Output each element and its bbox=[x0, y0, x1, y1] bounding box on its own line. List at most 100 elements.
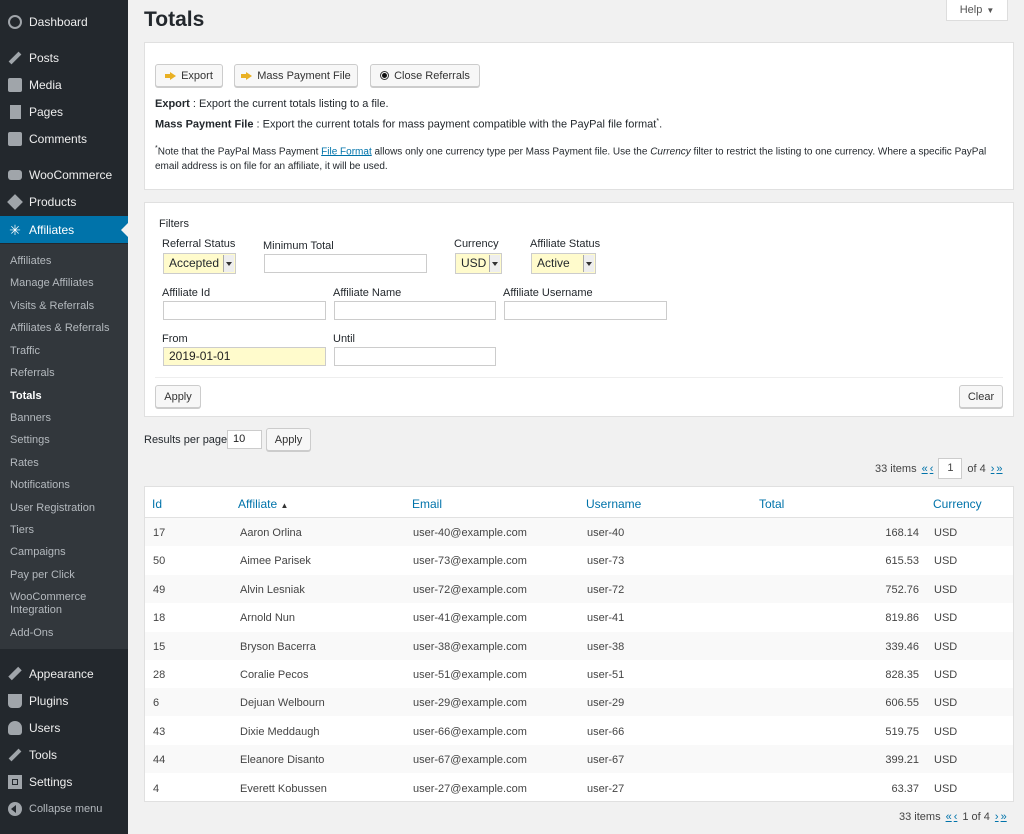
cell-affiliate: Aaron Orlina bbox=[240, 527, 302, 539]
next-page-link[interactable]: › bbox=[991, 463, 995, 475]
submenu-item-woocommerce-integration[interactable]: WooCommerce Integration bbox=[10, 591, 110, 617]
cell-username: user-66 bbox=[587, 725, 625, 738]
menu-item-appearance[interactable]: Appearance bbox=[0, 660, 128, 687]
column-header-username[interactable]: Username bbox=[586, 497, 641, 511]
export-desc-text: : Export the current totals listing to a… bbox=[189, 98, 389, 110]
minimum-total-input[interactable] bbox=[264, 254, 427, 273]
cell-email: user-67@example.com bbox=[413, 754, 527, 767]
mass-payment-file-button[interactable]: Mass Payment File bbox=[234, 64, 358, 87]
table-row[interactable]: 6 Dejuan Welbourn user-29@example.com user-… bbox=[145, 688, 1013, 717]
cell-currency: USD bbox=[934, 640, 958, 653]
menu-item-media[interactable]: Media bbox=[0, 71, 128, 98]
column-header-affiliate[interactable]: Affiliate ▲ bbox=[238, 497, 288, 511]
submenu-item-settings[interactable]: Settings bbox=[10, 434, 50, 447]
cell-email: user-66@example.com bbox=[413, 725, 527, 738]
menu-item-woocommerce[interactable]: WooCommerce bbox=[0, 161, 128, 188]
cell-username: user-67 bbox=[587, 754, 625, 767]
cell-affiliate: Dixie Meddaugh bbox=[240, 725, 320, 738]
clear-filters-button[interactable]: Clear bbox=[959, 385, 1003, 408]
first-page-link[interactable]: « bbox=[922, 463, 928, 475]
table-row[interactable]: 17 Aaron Orlina user-40@example.com user-40… bbox=[145, 518, 1013, 546]
menu-item-products[interactable]: Products bbox=[0, 188, 128, 215]
cell-email: user-38@example.com bbox=[413, 640, 527, 653]
cell-currency: USD bbox=[934, 725, 958, 738]
submenu-item-affiliates[interactable]: Affiliates bbox=[10, 255, 51, 268]
submenu-item-traffic[interactable]: Traffic bbox=[10, 345, 40, 358]
results-per-page-input[interactable]: 10 bbox=[227, 430, 262, 449]
submenu-item-affiliates-referrals[interactable]: Affiliates & Referrals bbox=[10, 322, 109, 335]
submenu-item-banners[interactable]: Banners bbox=[10, 412, 51, 425]
column-header-email[interactable]: Email bbox=[412, 497, 442, 511]
table-row[interactable]: 49 Alvin Lesniak user-72@example.com user-7… bbox=[145, 574, 1013, 603]
submenu-item-pay-per-click[interactable]: Pay per Click bbox=[10, 569, 75, 582]
submenu-item-referrals[interactable]: Referrals bbox=[10, 367, 55, 380]
table-row[interactable]: 44 Eleanore Disanto user-67@example.com use… bbox=[145, 745, 1013, 774]
last-page-link[interactable]: » bbox=[996, 463, 1002, 475]
column-header-id[interactable]: Id bbox=[152, 497, 162, 511]
select-value: Active bbox=[537, 256, 570, 270]
table-row[interactable]: 28 Coralie Pecos user-51@example.com user-5… bbox=[145, 660, 1013, 688]
menu-item-posts[interactable]: Posts bbox=[0, 44, 128, 71]
affiliate-status-select[interactable]: Active bbox=[531, 253, 596, 274]
prev-page-link[interactable]: ‹ bbox=[930, 463, 934, 475]
cell-affiliate: Bryson Bacerra bbox=[240, 640, 316, 653]
submenu-item-campaigns[interactable]: Campaigns bbox=[10, 546, 66, 559]
currency-select[interactable]: USD bbox=[455, 253, 502, 274]
prev-page-link[interactable]: ‹ bbox=[954, 811, 958, 823]
submenu-item-tiers[interactable]: Tiers bbox=[10, 524, 34, 537]
button-label: Apply bbox=[164, 390, 192, 403]
submenu-item-manage-affiliates[interactable]: Manage Affiliates bbox=[10, 277, 94, 290]
cell-total: 752.76 bbox=[885, 583, 919, 596]
help-button[interactable]: Help ▼ bbox=[946, 0, 1008, 21]
until-label: Until bbox=[333, 333, 356, 345]
cell-currency: USD bbox=[934, 669, 958, 681]
next-page-link[interactable]: › bbox=[995, 811, 999, 823]
apply-filters-button[interactable]: Apply bbox=[155, 385, 201, 408]
submenu-item-user-registration[interactable]: User Registration bbox=[10, 502, 95, 515]
current-page-input[interactable]: 1 bbox=[938, 458, 963, 479]
button-label: Clear bbox=[967, 390, 995, 403]
submenu-item-visits-referrals[interactable]: Visits & Referrals bbox=[10, 300, 94, 313]
file-format-link[interactable]: File Format bbox=[321, 146, 372, 157]
menu-item-plugins[interactable]: Plugins bbox=[0, 687, 128, 714]
cell-currency: USD bbox=[934, 782, 958, 795]
submenu-item-add-ons[interactable]: Add-Ons bbox=[10, 627, 53, 640]
table-row[interactable]: 15 Bryson Bacerra user-38@example.com user-… bbox=[145, 631, 1013, 660]
table-row[interactable]: 50 Aimee Parisek user-73@example.com user-7… bbox=[145, 546, 1013, 574]
column-header-total[interactable]: Total bbox=[759, 497, 784, 511]
menu-item-dashboard[interactable]: Dashboard bbox=[0, 8, 128, 35]
affiliate-id-label: Affiliate Id bbox=[162, 287, 211, 299]
menu-item-users[interactable]: Users bbox=[0, 714, 128, 741]
select-value: USD bbox=[461, 256, 487, 270]
results-apply-button[interactable]: Apply bbox=[266, 428, 311, 451]
cell-total: 819.86 bbox=[885, 612, 919, 625]
submenu-item-rates[interactable]: Rates bbox=[10, 457, 39, 470]
menu-label: Pages bbox=[29, 104, 64, 119]
table-row[interactable]: 4 Everett Kobussen user-27@example.com user… bbox=[145, 774, 1013, 802]
close-referrals-button[interactable]: Close Referrals bbox=[370, 64, 480, 87]
submenu-item-notifications[interactable]: Notifications bbox=[10, 479, 70, 492]
from-date-input[interactable]: 2019-01-01 bbox=[163, 347, 326, 366]
until-date-input[interactable] bbox=[334, 347, 496, 366]
export-button[interactable]: Export bbox=[155, 64, 223, 87]
affiliate-name-input[interactable] bbox=[334, 301, 496, 320]
column-header-currency[interactable]: Currency bbox=[933, 497, 982, 511]
last-page-link[interactable]: » bbox=[1001, 811, 1007, 823]
menu-item-settings[interactable]: Settings bbox=[0, 768, 128, 795]
cell-username: user-27 bbox=[587, 782, 625, 795]
cell-email: user-51@example.com bbox=[413, 669, 527, 681]
menu-item-affiliates[interactable]: ✳ Affiliates bbox=[0, 216, 128, 243]
submenu-item-totals[interactable]: Totals bbox=[10, 390, 42, 403]
referral-status-select[interactable]: Accepted bbox=[163, 253, 236, 274]
menu-item-tools[interactable]: Tools bbox=[0, 741, 128, 768]
table-row[interactable]: 18 Arnold Nun user-41@example.com user-41 81… bbox=[145, 603, 1013, 631]
mass-payment-description: Mass Payment File : Export the current t… bbox=[155, 118, 662, 131]
first-page-link[interactable]: « bbox=[946, 811, 952, 823]
affiliate-id-input[interactable] bbox=[163, 301, 326, 320]
menu-item-pages[interactable]: Pages bbox=[0, 98, 128, 125]
affiliate-username-input[interactable] bbox=[504, 301, 667, 320]
menu-item-comments[interactable]: Comments bbox=[0, 125, 128, 152]
menu-label: Comments bbox=[29, 131, 88, 146]
table-row[interactable]: 43 Dixie Meddaugh user-66@example.com user-… bbox=[145, 717, 1013, 745]
collapse-menu-button[interactable]: Collapse menu bbox=[0, 795, 128, 822]
